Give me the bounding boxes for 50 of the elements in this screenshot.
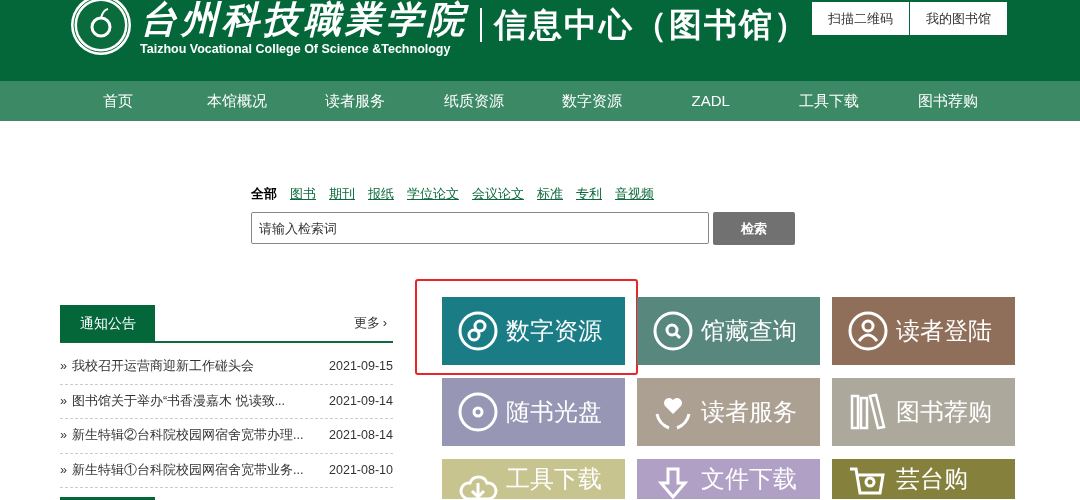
notice-link[interactable]: 我校召开运营商迎新工作碰头会	[72, 357, 330, 377]
disc-icon	[458, 392, 498, 432]
site-title: 信息中心（图书馆）	[494, 5, 809, 45]
search-category-tab[interactable]: 图书	[290, 184, 316, 204]
search-field[interactable]: 请输入检索词	[251, 212, 709, 244]
notice-link[interactable]: 图书馆关于举办“书香漫嘉木 悦读致...	[72, 391, 330, 411]
bullet-icon: »	[60, 426, 72, 446]
search-category-tab[interactable]: 全部	[251, 184, 277, 204]
service-tile[interactable]: 读者登陆	[832, 297, 1015, 365]
college-name: 台州科技職業学院	[140, 0, 468, 42]
bullet-icon: »	[60, 460, 72, 480]
nav-link[interactable]: 工具下载	[770, 81, 889, 121]
more-link[interactable]: 更多	[353, 313, 380, 333]
service-tile[interactable]: 读者服务	[637, 378, 820, 446]
notice-date: 2021-08-10	[329, 461, 393, 479]
circle-link-icon	[458, 311, 498, 351]
service-tile[interactable]: 芸台购	[832, 459, 1015, 499]
notice-link[interactable]: 新生特辑①台科院校园网宿舍宽带业务...	[72, 460, 330, 480]
search-category-tab[interactable]: 期刊	[329, 184, 355, 204]
nav-link[interactable]: ZADL	[651, 81, 770, 121]
notice-date: 2021-08-14	[329, 427, 393, 445]
header-button[interactable]: 我的图书馆	[910, 2, 1007, 35]
search-category-tab[interactable]: 专利	[576, 184, 602, 204]
bullet-icon: »	[60, 391, 72, 411]
nav-link[interactable]: 本馆概况	[177, 81, 296, 121]
service-tile[interactable]: 数字资源	[442, 297, 625, 365]
search-category-tab[interactable]: 会议论文	[472, 184, 524, 204]
nav-link[interactable]: 首页	[59, 81, 178, 121]
books-icon	[848, 392, 888, 432]
search-button[interactable]: 检索	[713, 212, 795, 245]
college-name-english: Taizhou Vocational College Of Science &Technology	[140, 42, 452, 56]
header-button[interactable]: 扫描二维码	[812, 2, 909, 35]
nav-link[interactable]: 数字资源	[533, 81, 652, 121]
search-category-tab[interactable]: 学位论文	[407, 184, 459, 204]
search-category-tab[interactable]: 标准	[537, 184, 563, 204]
nav-link[interactable]: 纸质资源	[414, 81, 533, 121]
notice-date: 2021-09-14	[329, 392, 393, 410]
notice-date: 2021-09-15	[329, 358, 393, 376]
nav-link[interactable]: 图书荐购	[888, 81, 1007, 121]
notice-tab[interactable]: 通知公告	[60, 304, 155, 342]
bullet-icon: »	[60, 357, 72, 377]
search-category-tab[interactable]: 报纸	[368, 184, 394, 204]
search-category-tab[interactable]: 音视频	[615, 184, 654, 204]
service-tile[interactable]: 馆藏查询	[637, 297, 820, 365]
notice-link[interactable]: 新生特辑②台科院校园网宿舍宽带办理...	[72, 426, 330, 446]
search-icon	[653, 311, 693, 351]
nav-link[interactable]: 读者服务	[296, 81, 415, 121]
user-icon	[848, 311, 888, 351]
chevron-icon: ›	[382, 313, 387, 333]
service-tile[interactable]: 随书光盘	[442, 378, 625, 446]
